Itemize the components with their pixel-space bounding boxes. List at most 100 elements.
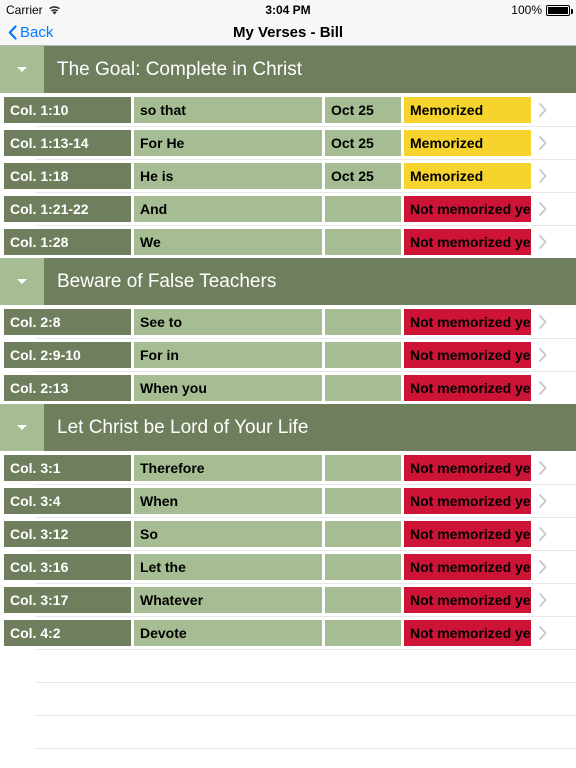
status-badge: Not memorized yet bbox=[404, 195, 531, 222]
empty-table-row bbox=[0, 682, 576, 715]
verse-reference-cell: Col. 3:16 bbox=[4, 553, 131, 580]
status-badge: Not memorized yet bbox=[404, 553, 531, 580]
section-collapse-toggle[interactable] bbox=[0, 46, 44, 93]
section-header[interactable]: The Goal: Complete in Christ bbox=[0, 46, 576, 93]
verse-date-cell bbox=[325, 195, 401, 222]
table-row[interactable]: Col. 1:28 We Not memorized yet bbox=[0, 225, 576, 258]
verse-date-cell bbox=[325, 374, 401, 401]
chevron-right-icon bbox=[534, 559, 576, 574]
empty-table-row bbox=[0, 748, 576, 768]
chevron-right-icon bbox=[534, 347, 576, 362]
verse-text-cell: And bbox=[134, 195, 322, 222]
table-row[interactable]: Col. 3:16 Let the Not memorized yet bbox=[0, 550, 576, 583]
verse-reference-cell: Col. 2:13 bbox=[4, 374, 131, 401]
verse-date-cell bbox=[325, 553, 401, 580]
status-badge: Not memorized yet bbox=[404, 619, 531, 646]
status-badge: Not memorized yet bbox=[404, 586, 531, 613]
table-row[interactable]: Col. 3:17 Whatever Not memorized yet bbox=[0, 583, 576, 616]
verse-text-cell: so that bbox=[134, 96, 322, 123]
status-bar: Carrier 3:04 PM 100% bbox=[0, 0, 576, 20]
verse-reference-cell: Col. 3:1 bbox=[4, 454, 131, 481]
empty-table-row bbox=[0, 649, 576, 682]
status-badge: Not memorized yet bbox=[404, 308, 531, 335]
status-badge: Not memorized yet bbox=[404, 228, 531, 255]
chevron-right-icon bbox=[534, 625, 576, 640]
status-badge: Not memorized yet bbox=[404, 520, 531, 547]
status-bar-right: 100% bbox=[511, 3, 573, 17]
verse-reference-cell: Col. 1:18 bbox=[4, 162, 131, 189]
verse-reference-cell: Col. 2:9-10 bbox=[4, 341, 131, 368]
verse-date-cell: Oct 25 bbox=[325, 96, 401, 123]
verse-text-cell: For in bbox=[134, 341, 322, 368]
chevron-right-icon bbox=[534, 380, 576, 395]
verse-date-cell bbox=[325, 454, 401, 481]
status-badge: Not memorized yet bbox=[404, 454, 531, 481]
verse-text-cell: He is bbox=[134, 162, 322, 189]
verse-text-cell: When bbox=[134, 487, 322, 514]
chevron-right-icon bbox=[534, 201, 576, 216]
table-row[interactable]: Col. 1:21-22 And Not memorized yet bbox=[0, 192, 576, 225]
verse-date-cell bbox=[325, 228, 401, 255]
status-badge: Not memorized yet bbox=[404, 487, 531, 514]
section-collapse-toggle[interactable] bbox=[0, 404, 44, 451]
triangle-down-icon bbox=[17, 67, 27, 72]
verse-text-cell: Devote bbox=[134, 619, 322, 646]
empty-table-row bbox=[0, 715, 576, 748]
verse-date-cell bbox=[325, 619, 401, 646]
chevron-right-icon bbox=[534, 460, 576, 475]
section-header[interactable]: Beware of False Teachers bbox=[0, 258, 576, 305]
status-badge: Memorized bbox=[404, 162, 531, 189]
battery-percent-label: 100% bbox=[511, 3, 542, 17]
chevron-right-icon bbox=[534, 592, 576, 607]
verse-reference-cell: Col. 1:10 bbox=[4, 96, 131, 123]
status-bar-left: Carrier bbox=[6, 3, 61, 17]
verse-reference-cell: Col. 2:8 bbox=[4, 308, 131, 335]
status-badge: Not memorized yet bbox=[404, 374, 531, 401]
verse-text-cell: Whatever bbox=[134, 586, 322, 613]
page-title: My Verses - Bill bbox=[232, 24, 344, 41]
triangle-down-icon bbox=[17, 425, 27, 430]
table-row[interactable]: Col. 2:8 See to Not memorized yet bbox=[0, 305, 576, 338]
verse-date-cell bbox=[325, 520, 401, 547]
verse-date-cell: Oct 25 bbox=[325, 129, 401, 156]
table-row[interactable]: Col. 3:4 When Not memorized yet bbox=[0, 484, 576, 517]
table-row[interactable]: Col. 1:18 He is Oct 25 Memorized bbox=[0, 159, 576, 192]
back-button[interactable]: Back bbox=[8, 24, 53, 41]
section-collapse-toggle[interactable] bbox=[0, 258, 44, 305]
carrier-label: Carrier bbox=[6, 3, 43, 17]
status-badge: Not memorized yet bbox=[404, 341, 531, 368]
chevron-right-icon bbox=[534, 168, 576, 183]
chevron-right-icon bbox=[534, 135, 576, 150]
verse-date-cell bbox=[325, 487, 401, 514]
battery-icon bbox=[546, 4, 573, 16]
verse-date-cell: Oct 25 bbox=[325, 162, 401, 189]
section-header[interactable]: Let Christ be Lord of Your Life bbox=[0, 404, 576, 451]
wifi-icon bbox=[48, 5, 61, 16]
chevron-right-icon bbox=[534, 102, 576, 117]
table-row[interactable]: Col. 1:13-14 For He Oct 25 Memorized bbox=[0, 126, 576, 159]
verse-text-cell: We bbox=[134, 228, 322, 255]
status-badge: Memorized bbox=[404, 96, 531, 123]
verse-reference-cell: Col. 3:12 bbox=[4, 520, 131, 547]
verse-text-cell: Therefore bbox=[134, 454, 322, 481]
table-row[interactable]: Col. 2:13 When you Not memorized yet bbox=[0, 371, 576, 404]
table-row[interactable]: Col. 3:12 So Not memorized yet bbox=[0, 517, 576, 550]
status-badge: Memorized bbox=[404, 129, 531, 156]
table-row[interactable]: Col. 3:1 Therefore Not memorized yet bbox=[0, 451, 576, 484]
verse-reference-cell: Col. 3:4 bbox=[4, 487, 131, 514]
verse-text-cell: Let the bbox=[134, 553, 322, 580]
table-row[interactable]: Col. 1:10 so that Oct 25 Memorized bbox=[0, 93, 576, 126]
verse-text-cell: For He bbox=[134, 129, 322, 156]
table-row[interactable]: Col. 4:2 Devote Not memorized yet bbox=[0, 616, 576, 649]
clock-label: 3:04 PM bbox=[265, 3, 311, 17]
back-button-label: Back bbox=[20, 24, 54, 41]
verse-text-cell: So bbox=[134, 520, 322, 547]
verse-reference-cell: Col. 4:2 bbox=[4, 619, 131, 646]
verse-reference-cell: Col. 1:21-22 bbox=[4, 195, 131, 222]
section-title: The Goal: Complete in Christ bbox=[57, 58, 302, 80]
section-title: Beware of False Teachers bbox=[57, 270, 277, 292]
triangle-down-icon bbox=[17, 279, 27, 284]
navigation-bar: Back My Verses - Bill bbox=[0, 20, 576, 46]
table-row[interactable]: Col. 2:9-10 For in Not memorized yet bbox=[0, 338, 576, 371]
verse-reference-cell: Col. 1:13-14 bbox=[4, 129, 131, 156]
